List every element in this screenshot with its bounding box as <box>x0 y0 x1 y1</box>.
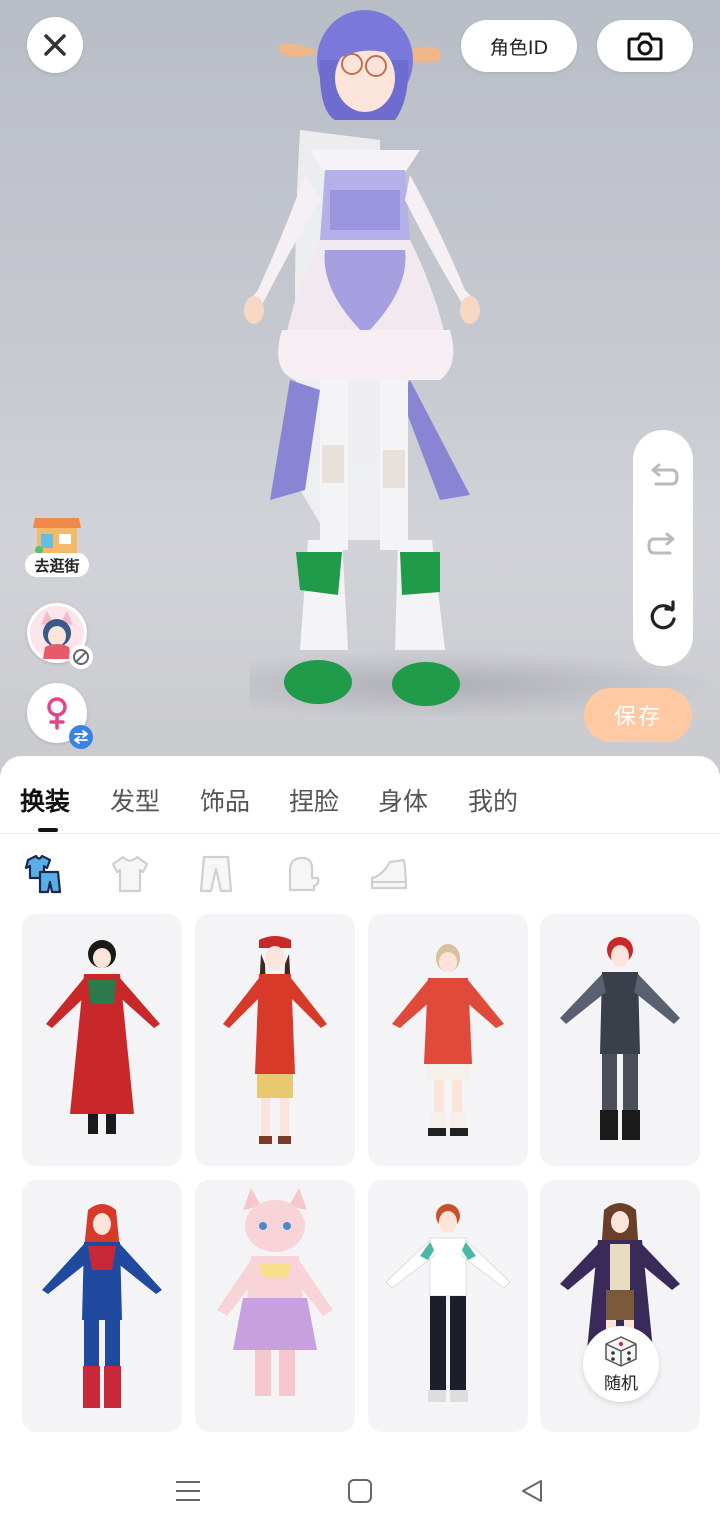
shop-icon <box>33 518 81 554</box>
outfit-thumbnail <box>223 936 327 1144</box>
active-tab-indicator <box>38 828 58 832</box>
category-tabs: 换装 发型 饰品 捏脸 身体 我的 <box>0 756 720 834</box>
outfit-thumbnail <box>392 944 504 1136</box>
nav-menu-button[interactable] <box>168 1476 208 1506</box>
tab-hairstyle[interactable]: 发型 <box>110 782 160 818</box>
redo-icon[interactable] <box>646 531 680 561</box>
outfit-card[interactable] <box>22 1180 182 1432</box>
go-shopping-label: 去逛街 <box>25 553 89 577</box>
avatar-switch-button[interactable] <box>27 603 93 669</box>
system-nav-bar <box>0 1446 720 1536</box>
tab-accessories[interactable]: 饰品 <box>200 782 250 818</box>
outfit-thumbnail <box>46 940 160 1134</box>
save-button[interactable]: 保存 <box>584 688 692 742</box>
top-icon <box>111 855 149 893</box>
dice-icon <box>605 1335 637 1367</box>
wardrobe-panel: 换装 发型 饰品 捏脸 身体 我的 <box>0 756 720 1536</box>
shoes-icon <box>370 858 408 890</box>
outfit-card[interactable] <box>368 914 528 1166</box>
subcat-gloves[interactable] <box>281 852 325 896</box>
nav-home-button[interactable] <box>340 1476 380 1506</box>
outfit-thumbnail <box>560 937 680 1140</box>
swap-badge <box>69 725 93 749</box>
close-button[interactable] <box>27 17 83 73</box>
save-label: 保存 <box>613 705 662 730</box>
nav-back-button[interactable] <box>512 1476 552 1506</box>
undo-icon[interactable] <box>646 462 680 492</box>
outfit-card[interactable] <box>540 914 700 1166</box>
hidden-badge <box>69 645 93 669</box>
menu-icon <box>176 1481 200 1501</box>
reset-icon[interactable] <box>646 600 680 634</box>
outfit-card[interactable] <box>195 1180 355 1432</box>
visibility-off-icon <box>73 649 89 665</box>
tab-face[interactable]: 捏脸 <box>289 782 339 818</box>
camera-button[interactable] <box>597 20 693 72</box>
pants-icon <box>199 855 233 893</box>
subcat-top[interactable] <box>108 852 152 896</box>
tab-mine[interactable]: 我的 <box>468 782 518 818</box>
tab-outfit[interactable]: 换装 <box>20 782 70 818</box>
tab-body[interactable]: 身体 <box>378 782 428 818</box>
subcategory-bar <box>0 852 720 896</box>
gloves-icon <box>288 856 320 892</box>
outfit-card[interactable] <box>22 914 182 1166</box>
female-icon <box>47 697 67 730</box>
subcat-outfit[interactable] <box>21 852 65 896</box>
outfit-thumbnail <box>42 1204 162 1408</box>
avatar-viewport[interactable]: 角色ID 去逛街 保存 <box>0 0 720 780</box>
role-id-button[interactable]: 角色ID <box>461 20 577 72</box>
swap-icon <box>74 730 88 744</box>
close-icon <box>44 34 66 56</box>
avatar-character[interactable] <box>0 0 720 780</box>
outfit-thumbnail <box>217 1188 333 1396</box>
home-icon <box>348 1479 372 1503</box>
outfit-card[interactable] <box>195 914 355 1166</box>
role-id-label: 角色ID <box>489 36 549 59</box>
back-icon <box>522 1480 542 1502</box>
gender-switch-button[interactable] <box>27 683 93 749</box>
subcat-pants[interactable] <box>194 852 238 896</box>
outfit-icon <box>24 854 62 894</box>
go-shopping-button[interactable]: 去逛街 <box>25 515 89 577</box>
random-label: 随机 <box>604 1373 638 1394</box>
random-outfit-button[interactable]: 随机 <box>583 1326 659 1402</box>
outfit-thumbnail <box>385 1204 511 1402</box>
outfit-card[interactable] <box>368 1180 528 1432</box>
history-controls <box>633 430 693 666</box>
camera-icon <box>627 32 663 61</box>
subcat-shoes[interactable] <box>367 852 411 896</box>
